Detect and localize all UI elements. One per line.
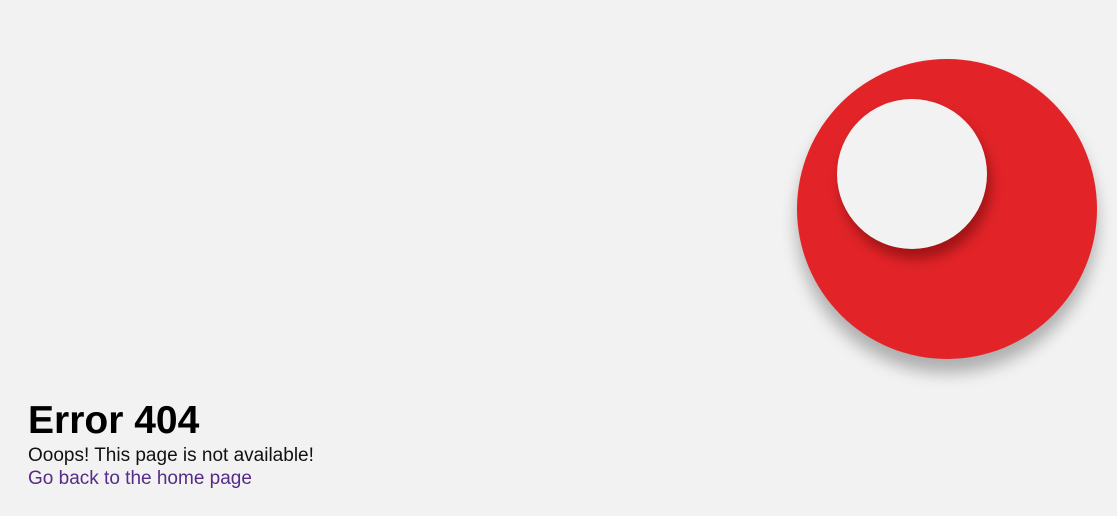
- error-text-block: Error 404 Ooops! This page is not availa…: [28, 398, 314, 490]
- error-title: Error 404: [28, 399, 200, 442]
- error-page: Error 404 Ooops! This page is not availa…: [0, 0, 1117, 516]
- red-ball-graphic: [797, 59, 1097, 359]
- home-page-link[interactable]: Go back to the home page: [28, 468, 252, 490]
- error-message: Ooops! This page is not available!: [28, 445, 314, 466]
- ball-hole-graphic: [837, 99, 987, 249]
